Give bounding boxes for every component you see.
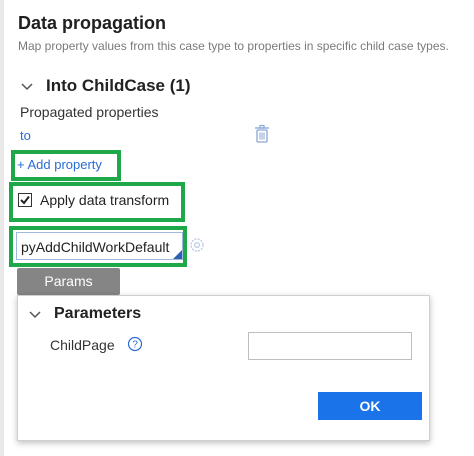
data-transform-value: pyAddChildWorkDefault [21, 239, 170, 255]
gear-icon[interactable] [189, 237, 205, 253]
section-title: Into ChildCase (1) [46, 76, 191, 95]
trash-icon[interactable] [253, 124, 271, 144]
data-transform-input[interactable]: pyAddChildWorkDefault [16, 232, 183, 260]
checkbox-checked-icon [20, 195, 30, 205]
page-subtitle: Map property values from this case type … [18, 39, 449, 53]
add-property-link[interactable]: + Add property [17, 157, 102, 172]
apply-transform-row[interactable]: Apply data transform [18, 192, 169, 208]
childpage-input[interactable] [248, 332, 412, 360]
property-target-link[interactable]: to [20, 128, 31, 143]
apply-transform-label: Apply data transform [40, 192, 170, 208]
data-propagation-panel: Data propagation Map property values fro… [0, 0, 474, 456]
chevron-down-icon[interactable] [20, 79, 34, 93]
parameters-title: Parameters [54, 305, 142, 322]
propagated-properties-label: Propagated properties [20, 104, 159, 120]
apply-transform-checkbox[interactable] [18, 193, 32, 207]
page-title: Data propagation [18, 13, 167, 33]
svg-text:?: ? [132, 340, 138, 351]
childpage-label: ChildPage [50, 337, 115, 353]
section-header-childcase[interactable]: Into ChildCase (1) [20, 76, 191, 96]
chevron-down-icon[interactable] [28, 307, 42, 321]
autocomplete-corner-icon [173, 250, 182, 259]
parameters-header[interactable]: Parameters [28, 305, 141, 323]
params-button[interactable]: Params [17, 268, 120, 295]
left-border [0, 0, 4, 456]
help-icon[interactable]: ? [127, 336, 143, 352]
ok-button[interactable]: OK [318, 392, 422, 420]
